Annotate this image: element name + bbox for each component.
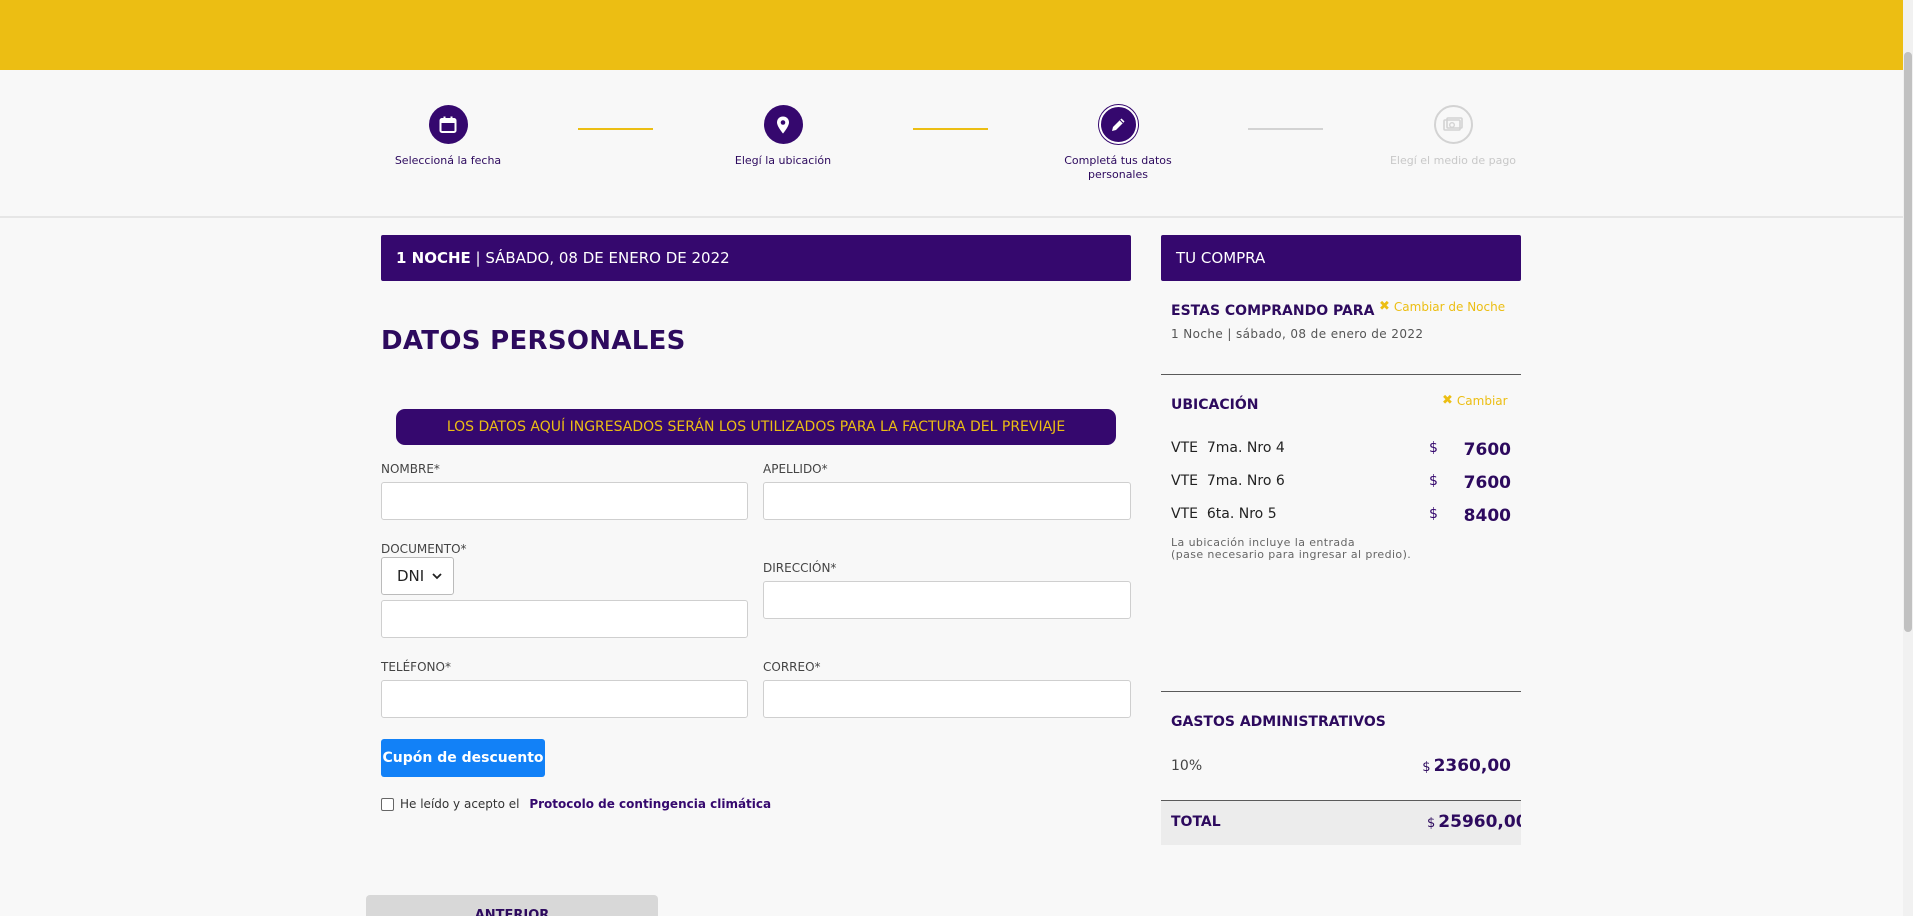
location-name: VTE 6ta. Nro 5 — [1171, 506, 1277, 522]
change-night-link[interactable]: ✖ Cambiar de Noche — [1379, 299, 1505, 314]
terms-text: He leído y acepto el — [400, 797, 524, 811]
location-row: VTE 7ma. Nro 6 $ 7600 — [1171, 473, 1511, 493]
apellido-input[interactable] — [763, 482, 1131, 520]
step-select-location[interactable]: Elegí la ubicación — [713, 105, 853, 168]
total-amount-line: $ 25960,00 — [1427, 812, 1521, 832]
step-connector — [913, 128, 988, 130]
page-scrollbar[interactable] — [1903, 0, 1913, 916]
pencil-icon — [1098, 105, 1138, 144]
fees-currency: $ — [1422, 760, 1431, 775]
step-label: Elegí la ubicación — [734, 154, 832, 167]
terms-row: He leído y acepto el Protocolo de contin… — [381, 797, 771, 811]
location-title: UBICACIÓN — [1171, 397, 1259, 413]
buying-for-title: ESTAS COMPRANDO PARA — [1171, 303, 1375, 319]
step-connector — [578, 128, 653, 130]
calendar-icon — [428, 105, 468, 144]
location-currency: $ — [1429, 473, 1438, 489]
summary-divider — [1161, 374, 1521, 375]
summary-divider — [1161, 691, 1521, 692]
summary-header-title: TU COMPRA — [1176, 249, 1266, 267]
total-amount: 25960,00 — [1438, 812, 1521, 832]
location-note: La ubicación incluye la entrada (pase ne… — [1171, 537, 1411, 561]
step-label: Elegí el medio de pago — [1389, 154, 1517, 167]
correo-input[interactable] — [763, 680, 1131, 718]
buying-for-detail: 1 Noche | sábado, 08 de enero de 2022 — [1171, 327, 1424, 341]
nights-count: 1 NOCHE — [396, 249, 471, 267]
step-label: Completá tus datos personales — [1064, 154, 1172, 181]
selected-date-bar: 1 NOCHE | SÁBADO, 08 DE ENERO DE 2022 — [381, 235, 1131, 281]
step-select-date[interactable]: Seleccioná la fecha — [378, 105, 518, 168]
selected-date: SÁBADO, 08 DE ENERO DE 2022 — [485, 249, 730, 267]
location-currency: $ — [1429, 440, 1438, 456]
fees-amount: 2360,00 — [1433, 756, 1511, 776]
fees-amount-line: $ 2360,00 — [1422, 756, 1511, 776]
coupon-button[interactable]: Cupón de descuento — [381, 739, 545, 777]
terms-link[interactable]: Protocolo de contingencia climática — [529, 797, 771, 811]
step-connector — [1248, 128, 1323, 130]
map-pin-icon — [763, 105, 803, 144]
fees-percentage: 10% — [1171, 758, 1203, 774]
step-personal-data[interactable]: Completá tus datos personales — [1048, 105, 1188, 182]
invoice-notice: LOS DATOS AQUÍ INGRESADOS SERÁN LOS UTIL… — [396, 409, 1116, 445]
total-label: TOTAL — [1171, 814, 1221, 830]
terms-checkbox[interactable] — [381, 797, 394, 811]
documento-input[interactable] — [381, 600, 748, 638]
location-name: VTE 7ma. Nro 6 — [1171, 473, 1285, 489]
money-icon — [1433, 105, 1473, 144]
document-type-value: DNI — [397, 567, 425, 585]
location-name: VTE 7ma. Nro 4 — [1171, 440, 1285, 456]
telefono-input[interactable] — [381, 680, 748, 718]
direccion-input[interactable] — [763, 581, 1131, 619]
location-row: VTE 7ma. Nro 4 $ 7600 — [1171, 440, 1511, 460]
date-separator: | — [470, 249, 486, 267]
location-row: VTE 6ta. Nro 5 $ 8400 — [1171, 506, 1511, 526]
location-amount: 8400 — [1463, 506, 1511, 526]
location-note-line: (pase necesario para ingresar al predio)… — [1171, 548, 1412, 561]
close-icon: ✖ — [1379, 299, 1390, 314]
close-icon: ✖ — [1442, 393, 1453, 408]
change-night-label: Cambiar de Noche — [1393, 299, 1506, 314]
change-location-link[interactable]: ✖ Cambiar — [1442, 393, 1508, 408]
step-payment-method: Elegí el medio de pago — [1383, 105, 1523, 168]
apellido-label: APELLIDO* — [763, 462, 828, 476]
nombre-label: NOMBRE* — [381, 462, 440, 476]
location-amount: 7600 — [1463, 440, 1511, 460]
previous-button[interactable]: ANTERIOR — [366, 895, 658, 916]
nombre-input[interactable] — [381, 482, 748, 520]
scrollbar-thumb[interactable] — [1904, 52, 1912, 632]
location-amount: 7600 — [1463, 473, 1511, 493]
total-row: TOTAL $ 25960,00 — [1161, 801, 1521, 845]
change-location-label: Cambiar — [1456, 393, 1508, 408]
summary-header: TU COMPRA — [1161, 235, 1521, 281]
checkout-stepper: Seleccioná la fecha Elegí la ubicación C… — [0, 70, 1903, 218]
direccion-label: DIRECCIÓN* — [763, 561, 837, 575]
location-currency: $ — [1429, 506, 1438, 522]
telefono-label: TELÉFONO* — [381, 660, 451, 674]
fees-title: GASTOS ADMINISTRATIVOS — [1171, 714, 1386, 730]
top-header-bar — [0, 0, 1903, 70]
chevron-down-icon — [432, 572, 442, 579]
correo-label: CORREO* — [763, 660, 821, 674]
page-title: DATOS PERSONALES — [381, 326, 686, 356]
total-currency: $ — [1427, 816, 1436, 831]
step-label: Seleccioná la fecha — [394, 154, 502, 167]
documento-label: DOCUMENTO* — [381, 542, 467, 556]
document-type-select[interactable]: DNI — [381, 557, 454, 595]
